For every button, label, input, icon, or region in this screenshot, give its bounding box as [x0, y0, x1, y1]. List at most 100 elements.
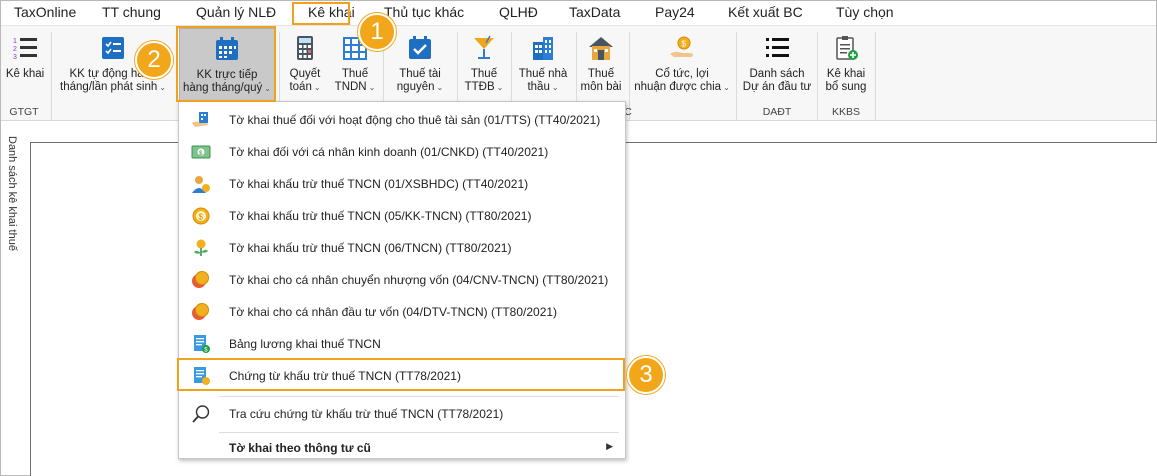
menu-item-06-tncn[interactable]: Tờ khai khấu trừ thuế TNCN (06/TNCN) (TT… — [179, 232, 625, 264]
receipt-document-icon — [191, 366, 211, 386]
co-tuc-label-1: Cổ tức, lợi — [655, 68, 709, 80]
menu-tuy-chon[interactable]: Tùy chọn — [836, 4, 894, 20]
ke-khai-button[interactable]: 1 2 3 Kê khai — [5, 32, 45, 102]
chevron-down-icon: ⌄ — [723, 83, 730, 92]
chevron-down-icon: ⌄ — [436, 83, 444, 92]
step-badge-3: 3 — [627, 356, 665, 394]
menu-item-chung-tu-khau-tru[interactable]: Chứng từ khấu trừ thuế TNCN (TT78/2021) — [179, 360, 625, 392]
menu-thu-tuc-khac[interactable]: Thủ tục khác — [384, 4, 464, 20]
side-panel-label[interactable]: Danh sách kê khai thuế — [6, 136, 18, 251]
ribbon-separator — [875, 32, 876, 120]
svg-text:$: $ — [682, 40, 687, 49]
thue-mon-bai-label-1: Thuế — [587, 68, 615, 80]
thue-tai-nguyen-label-2: nguyên — [396, 81, 435, 93]
ke-khai-label: Kê khai — [5, 68, 45, 80]
group-daudt: DAĐT — [762, 106, 792, 118]
thue-tai-nguyen-button[interactable]: Thuế tài nguyên ⌄ — [389, 32, 451, 102]
menu-item-05-kk-tncn[interactable]: $ Tờ khai khấu trừ thuế TNCN (05/KK-TNCN… — [179, 200, 625, 232]
money-bill-icon: $ — [191, 142, 211, 162]
thue-tndn-label-1: Thuế — [341, 68, 369, 80]
bullet-list-icon — [763, 34, 791, 62]
menu-item-label: Tờ khai cho cá nhân đầu tư vốn (04/DTV-T… — [229, 305, 558, 319]
menu-item-label: Tờ khai khấu trừ thuế TNCN (05/KK-TNCN) … — [229, 209, 532, 223]
menu-item-04-dtv-tncn[interactable]: Tờ khai cho cá nhân đầu tư vốn (04/DTV-T… — [179, 296, 625, 328]
calendar-icon — [213, 35, 241, 63]
step-badge-1: 1 — [358, 13, 396, 51]
danh-sach-du-an-button[interactable]: Danh sách Dự án đầu tư — [741, 32, 813, 102]
menu-divider — [219, 396, 619, 397]
kk-truc-tiep-label-1: KK trực tiếp — [196, 69, 258, 81]
danh-sach-label-1: Danh sách — [749, 68, 805, 80]
menu-item-to-khai-thong-tu-cu[interactable]: Tờ khai theo thông tư cũ ▶ — [179, 434, 625, 460]
menu-item-tra-cuu-chung-tu[interactable]: Tra cứu chứng từ khấu trừ thuế TNCN (TT7… — [179, 398, 625, 430]
thue-tndn-label-2: TNDN — [334, 81, 367, 93]
cocktail-glass-icon — [470, 34, 498, 62]
thue-nha-thau-button[interactable]: Thuế nhà thầu ⌄ — [516, 32, 570, 102]
menu-item-label: Chứng từ khấu trừ thuế TNCN (TT78/2021) — [229, 369, 461, 383]
quyet-toan-label-1: Quyết — [289, 68, 321, 80]
chevron-down-icon: ⌄ — [264, 84, 271, 93]
kk-truc-tiep-dropdown: Tờ khai thuế đối với hoạt động cho thuê … — [178, 101, 626, 459]
quyet-toan-button[interactable]: Quyết toán ⌄ — [284, 32, 326, 102]
clipboard-add-icon — [832, 34, 860, 62]
menu-item-04-cnv-tncn[interactable]: Tờ khai cho cá nhân chuyển nhượng vốn (0… — [179, 264, 625, 296]
thue-nha-thau-label-2: thầu — [527, 81, 550, 93]
co-tuc-button[interactable]: $ Cổ tức, lợi nhuận được chia ⌄ — [634, 32, 730, 102]
submenu-label: Tờ khai theo thông tư cũ — [229, 441, 371, 455]
menu-quan-ly-nld[interactable]: Quản lý NLĐ — [196, 4, 276, 20]
thue-ttdb-button[interactable]: Thuế TTĐB ⌄ — [463, 32, 505, 102]
kk-truc-tiep-label-2: hàng tháng/quý — [183, 82, 263, 94]
quyet-toan-label-2: toán — [289, 81, 312, 93]
ke-khai-bs-label-1: Kê khai — [826, 68, 866, 80]
ke-khai-bs-label-2: bổ sung — [825, 81, 867, 93]
ke-khai-bo-sung-button[interactable]: Kê khai bổ sung — [821, 32, 871, 102]
magnifier-icon — [191, 404, 211, 424]
menu-pay24[interactable]: Pay24 — [655, 4, 695, 20]
thue-ttdb-label-1: Thuế — [470, 68, 498, 80]
menu-item-01-xsbhdc[interactable]: Tờ khai khấu trừ thuế TNCN (01/XSBHDC) (… — [179, 168, 625, 200]
chevron-down-icon: ⌄ — [551, 83, 559, 92]
coin-icon: $ — [191, 206, 211, 226]
menu-bar: TaxOnline TT chung Quản lý NLĐ Kê khai T… — [1, 1, 1156, 25]
kk-tu-dong-label-2: tháng/lần phát sinh — [60, 81, 158, 93]
menu-item-label: Tờ khai cho cá nhân chuyển nhượng vốn (0… — [229, 273, 609, 287]
hand-building-icon — [191, 110, 211, 130]
menu-taxdata[interactable]: TaxData — [569, 4, 620, 20]
payroll-document-icon: $ — [191, 334, 211, 354]
menu-ket-xuat-bc[interactable]: Kết xuất BC — [728, 4, 803, 20]
menu-taxonline[interactable]: TaxOnline — [14, 4, 76, 20]
menu-tt-chung[interactable]: TT chung — [102, 4, 161, 20]
coins-transfer-icon — [191, 270, 211, 290]
thue-tai-nguyen-label-1: Thuế tài — [399, 68, 441, 80]
checklist-icon — [99, 34, 127, 62]
ribbon-separator — [51, 32, 52, 120]
chevron-down-icon: ⌄ — [159, 83, 166, 92]
chevron-down-icon: ⌄ — [368, 83, 376, 92]
thue-nha-thau-label-1: Thuế nhà — [518, 68, 568, 80]
step-badge-2: 2 — [135, 41, 173, 79]
menu-ke-khai[interactable]: Kê khai — [308, 4, 355, 20]
hand-coin-icon: $ — [668, 34, 696, 62]
menu-qlhd[interactable]: QLHĐ — [499, 4, 538, 20]
svg-text:2: 2 — [13, 46, 17, 53]
numbered-list-icon: 1 2 3 — [11, 34, 39, 62]
menu-item-label: Tờ khai khấu trừ thuế TNCN (01/XSBHDC) (… — [229, 177, 529, 191]
group-gtgt: GTGT — [9, 106, 39, 118]
kk-truc-tiep-button[interactable]: KK trực tiếp hàng tháng/quý ⌄ — [179, 28, 275, 104]
svg-text:$: $ — [199, 213, 204, 222]
group-kkbs: KKBS — [831, 106, 860, 118]
ribbon-separator — [736, 32, 737, 120]
building-icon — [529, 34, 557, 62]
menu-item-label: Tờ khai đối với cá nhân kinh doanh (01/C… — [229, 145, 549, 159]
co-tuc-label-2: nhuận được chia — [634, 81, 722, 93]
menu-item-01-cnkd[interactable]: $ Tờ khai đối với cá nhân kinh doanh (01… — [179, 136, 625, 168]
menu-item-label: Bảng lương khai thuế TNCN — [229, 337, 381, 351]
user-coin-icon — [191, 174, 211, 194]
thue-mon-bai-button[interactable]: Thuế môn bài — [580, 32, 622, 102]
menu-item-01-tts[interactable]: Tờ khai thuế đối với hoạt động cho thuê … — [179, 104, 625, 136]
menu-item-bang-luong[interactable]: $ Bảng lương khai thuế TNCN — [179, 328, 625, 360]
chevron-right-icon: ▶ — [606, 441, 613, 451]
calculator-icon — [291, 34, 319, 62]
menu-divider — [219, 432, 619, 433]
svg-text:3: 3 — [13, 54, 17, 61]
